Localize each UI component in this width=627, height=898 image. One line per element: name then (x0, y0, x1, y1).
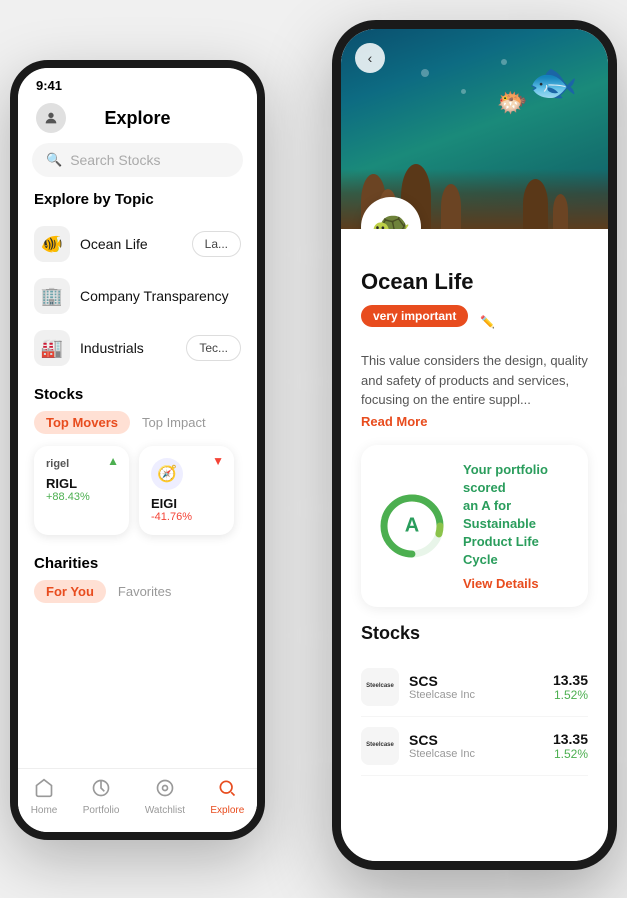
right-phone-screen: 🐟 🐡 ‹ 🐢 Ocean Life very important ✏️ Thi… (341, 29, 608, 861)
bottom-nav: Home Portfolio Watchlist Explore (18, 768, 257, 832)
header-title: Explore (104, 108, 170, 129)
grade-label: A (405, 514, 419, 537)
edit-icon[interactable]: ✏️ (480, 315, 495, 329)
watchlist-icon (155, 778, 175, 803)
tab-top-movers[interactable]: Top Movers (34, 411, 130, 434)
stocks-title: Stocks (34, 386, 241, 411)
back-button[interactable]: ‹ (355, 43, 385, 73)
topic-row-industrials[interactable]: 🏭 Industrials Tec... (18, 322, 257, 374)
stocks-section: Stocks Top Movers Top Impact ▲ rigel RIG… (18, 374, 257, 543)
stocks-tabs: Top Movers Top Impact (34, 411, 241, 434)
nav-home[interactable]: Home (31, 778, 58, 816)
steelcase-logo-1: Steelcase (361, 668, 399, 706)
price-value-2: 13.35 (553, 731, 588, 747)
eigi-ticker: EIGI (151, 496, 222, 511)
read-more-link[interactable]: Read More (361, 414, 588, 429)
company-transparency-label: Company Transparency (80, 288, 229, 304)
score-text: Your portfolio scored an A for Sustainab… (463, 461, 572, 591)
nav-explore[interactable]: Explore (210, 778, 244, 816)
stock-card-rigl[interactable]: ▲ rigel RIGL +88.43% (34, 446, 129, 535)
search-icon: 🔍 (46, 152, 62, 168)
description-text: This value considers the design, quality… (361, 351, 588, 410)
search-placeholder: Search Stocks (70, 152, 160, 168)
eigi-logo: 🧭 (151, 458, 183, 490)
stock-row-1[interactable]: Steelcase SCS Steelcase Inc 13.35 1.52% (361, 658, 588, 717)
nav-portfolio-label: Portfolio (83, 805, 120, 816)
topic-detail-title: Ocean Life (361, 269, 588, 295)
price-change-1: 1.52% (553, 688, 588, 702)
search-bar[interactable]: 🔍 Search Stocks (32, 143, 243, 177)
left-phone-screen: 9:41 Explore 🔍 Search Stocks Explore by … (18, 68, 257, 832)
score-description: Your portfolio scored an A for Sustainab… (463, 461, 572, 570)
industrials-icon: 🏭 (34, 330, 70, 366)
stock-name-1: Steelcase Inc (409, 689, 543, 701)
charities-title: Charities (34, 555, 241, 580)
nav-watchlist[interactable]: Watchlist (145, 778, 185, 816)
rigl-ticker: RIGL (46, 476, 117, 491)
steelcase-logo-2: Steelcase (361, 727, 399, 765)
tab-for-you[interactable]: For You (34, 580, 106, 603)
nav-home-label: Home (31, 805, 58, 816)
price-value-1: 13.35 (553, 672, 588, 688)
company-transparency-icon: 🏢 (34, 278, 70, 314)
importance-badge: very important (361, 305, 468, 327)
nav-explore-label: Explore (210, 805, 244, 816)
donut-chart: A (377, 491, 447, 561)
stock-info-2: SCS Steelcase Inc (409, 732, 543, 760)
ocean-life-icon: 🐠 (34, 226, 70, 262)
status-time: 9:41 (36, 78, 62, 93)
rigl-arrow-up-icon: ▲ (107, 454, 119, 468)
fish-icon: 🐟 (528, 59, 578, 106)
eigi-change: -41.76% (151, 511, 222, 523)
stock-name-2: Steelcase Inc (409, 748, 543, 760)
tab-top-impact[interactable]: Top Impact (142, 415, 206, 430)
home-icon (34, 778, 54, 803)
stock-info-1: SCS Steelcase Inc (409, 673, 543, 701)
stock-ticker-2: SCS (409, 732, 543, 748)
right-phone: 🐟 🐡 ‹ 🐢 Ocean Life very important ✏️ Thi… (332, 20, 617, 870)
portfolio-icon (91, 778, 111, 803)
stock-price-1: 13.35 1.52% (553, 672, 588, 702)
score-card: A Your portfolio scored an A for Sustain… (361, 445, 588, 607)
stock-card-eigi[interactable]: ▼ 🧭 EIGI -41.76% (139, 446, 234, 535)
explore-icon (217, 778, 237, 803)
hero-image: 🐟 🐡 ‹ 🐢 (341, 29, 608, 229)
detail-content: Ocean Life very important ✏️ This value … (341, 229, 608, 792)
eigi-arrow-down-icon: ▼ (212, 454, 224, 468)
status-bar: 9:41 (18, 68, 257, 99)
la-chip[interactable]: La... (192, 231, 241, 257)
nav-portfolio[interactable]: Portfolio (83, 778, 120, 816)
explore-section-title: Explore by Topic (18, 191, 257, 218)
topic-row-ocean-life[interactable]: 🐠 Ocean Life La... (18, 218, 257, 270)
left-phone: 9:41 Explore 🔍 Search Stocks Explore by … (10, 60, 265, 840)
tab-favorites[interactable]: Favorites (118, 584, 171, 599)
avatar[interactable] (36, 103, 66, 133)
importance-badge-text: very important (373, 309, 456, 323)
tec-chip[interactable]: Tec... (186, 335, 241, 361)
view-details-link[interactable]: View Details (463, 576, 572, 591)
rigl-change: +88.43% (46, 491, 117, 503)
header: Explore (18, 99, 257, 143)
stock-price-2: 13.35 1.52% (553, 731, 588, 761)
nav-watchlist-label: Watchlist (145, 805, 185, 816)
charities-section: Charities For You Favorites (18, 543, 257, 611)
fish2-icon: 🐡 (497, 89, 528, 118)
topic-row-company-transparency[interactable]: 🏢 Company Transparency (18, 270, 257, 322)
stocks-list-title: Stocks (361, 623, 588, 644)
industrials-label: Industrials (80, 340, 144, 356)
ocean-life-label: Ocean Life (80, 236, 148, 252)
stock-ticker-1: SCS (409, 673, 543, 689)
charities-tabs: For You Favorites (34, 580, 241, 603)
stock-cards: ▲ rigel RIGL +88.43% ▼ 🧭 EIGI -41.76% (34, 446, 241, 535)
price-change-2: 1.52% (553, 747, 588, 761)
stock-row-2[interactable]: Steelcase SCS Steelcase Inc 13.35 1.52% (361, 717, 588, 776)
